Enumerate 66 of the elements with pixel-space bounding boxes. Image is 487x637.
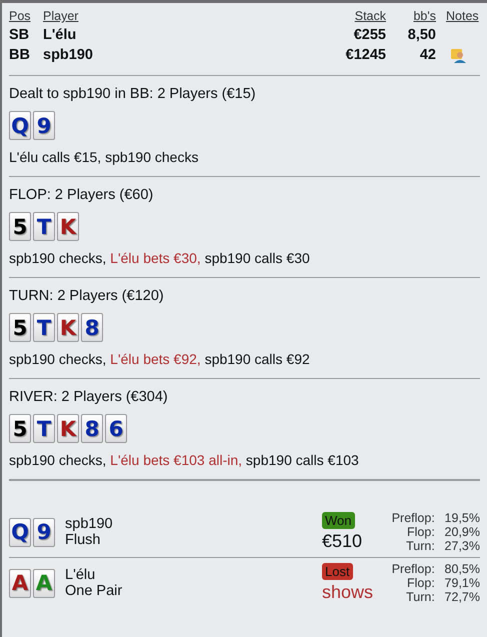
column-header[interactable]: Notes xyxy=(436,9,480,23)
equity-value: 19,5% xyxy=(444,511,480,525)
playing-card: T xyxy=(33,313,55,342)
bet-action-text: L'élu bets €92, xyxy=(110,351,201,367)
hand-rank: Flush xyxy=(65,532,102,548)
playing-card: Q xyxy=(9,518,31,546)
equity-label: Turn: xyxy=(405,539,435,553)
big-blinds-cell-text: 42 xyxy=(418,47,436,63)
equity-value: 20,9% xyxy=(444,525,480,539)
playing-card: A xyxy=(33,568,55,598)
playing-card: K xyxy=(57,212,79,241)
equity-value: 80,5% xyxy=(444,562,480,576)
result-badge: Won xyxy=(322,512,354,529)
action-text: L'élu calls €15, spb190 checks xyxy=(9,149,198,165)
equity-label: Turn: xyxy=(405,590,435,604)
equity-label: Preflop: xyxy=(390,562,435,576)
playing-card: 9 xyxy=(33,518,55,546)
playing-card: K xyxy=(57,313,79,342)
equity-value: 72,7% xyxy=(444,590,480,604)
equity-value: 79,1% xyxy=(444,576,480,590)
player-name: L'élu xyxy=(43,27,78,43)
position-cell-text: SB xyxy=(9,27,30,43)
playing-card: A xyxy=(9,568,31,598)
street-title: Dealt to spb190 in BB: 2 Players (€15) xyxy=(9,86,257,102)
column-header[interactable]: Player xyxy=(43,9,306,23)
playing-card: K xyxy=(57,414,79,443)
equity-label: Flop: xyxy=(406,525,435,539)
equity-value: 27,3% xyxy=(444,539,480,553)
playing-card: T xyxy=(33,414,55,443)
equity-label: Preflop: xyxy=(390,511,435,525)
stack-cell-text: €255 xyxy=(352,27,386,43)
column-header[interactable]: Pos xyxy=(9,9,43,23)
position-cell-text: BB xyxy=(9,47,31,63)
street-title: FLOP: 2 Players (€60) xyxy=(9,187,154,203)
stack-cell-text: €1245 xyxy=(344,47,386,63)
action-text: spb190 checks, xyxy=(9,452,108,468)
player-name: spb190 xyxy=(43,47,94,63)
playing-card: 8 xyxy=(81,414,103,443)
column-header[interactable]: Stack xyxy=(306,9,386,23)
column-header[interactable]: bb's xyxy=(386,9,436,23)
playing-card: Q xyxy=(9,111,31,140)
playing-card: 9 xyxy=(33,111,55,140)
street-title: TURN: 2 Players (€120) xyxy=(9,288,165,304)
playing-card: 8 xyxy=(81,313,103,342)
action-text: spb190 checks, xyxy=(9,351,108,367)
playing-card: 6 xyxy=(105,414,127,443)
player-name: spb190 xyxy=(65,516,114,532)
big-blinds-cell-text: 8,50 xyxy=(406,27,436,43)
playing-card: 5 xyxy=(9,313,31,342)
action-text: spb190 calls €103 xyxy=(244,452,359,468)
playing-card: T xyxy=(33,212,55,241)
action-text: spb190 calls €30 xyxy=(204,250,310,266)
playing-card: 5 xyxy=(9,414,31,443)
bet-action-text: L'élu bets €30, xyxy=(110,250,201,266)
equity-label: Flop: xyxy=(406,576,435,590)
playing-card: 5 xyxy=(9,212,31,241)
result-badge: Lost xyxy=(322,563,353,580)
player-name: L'élu xyxy=(65,567,96,583)
hand-rank: One Pair xyxy=(65,583,124,599)
action-text: spb190 calls €92 xyxy=(204,351,310,367)
action-text: spb190 checks, xyxy=(9,250,108,266)
bet-action-text: L'élu bets €103 all-in, xyxy=(110,452,242,468)
note-person-icon[interactable] xyxy=(450,48,466,62)
street-title: RIVER: 2 Players (€304) xyxy=(9,389,169,405)
result-amount: shows xyxy=(322,582,374,603)
result-amount: €510 xyxy=(322,531,362,552)
